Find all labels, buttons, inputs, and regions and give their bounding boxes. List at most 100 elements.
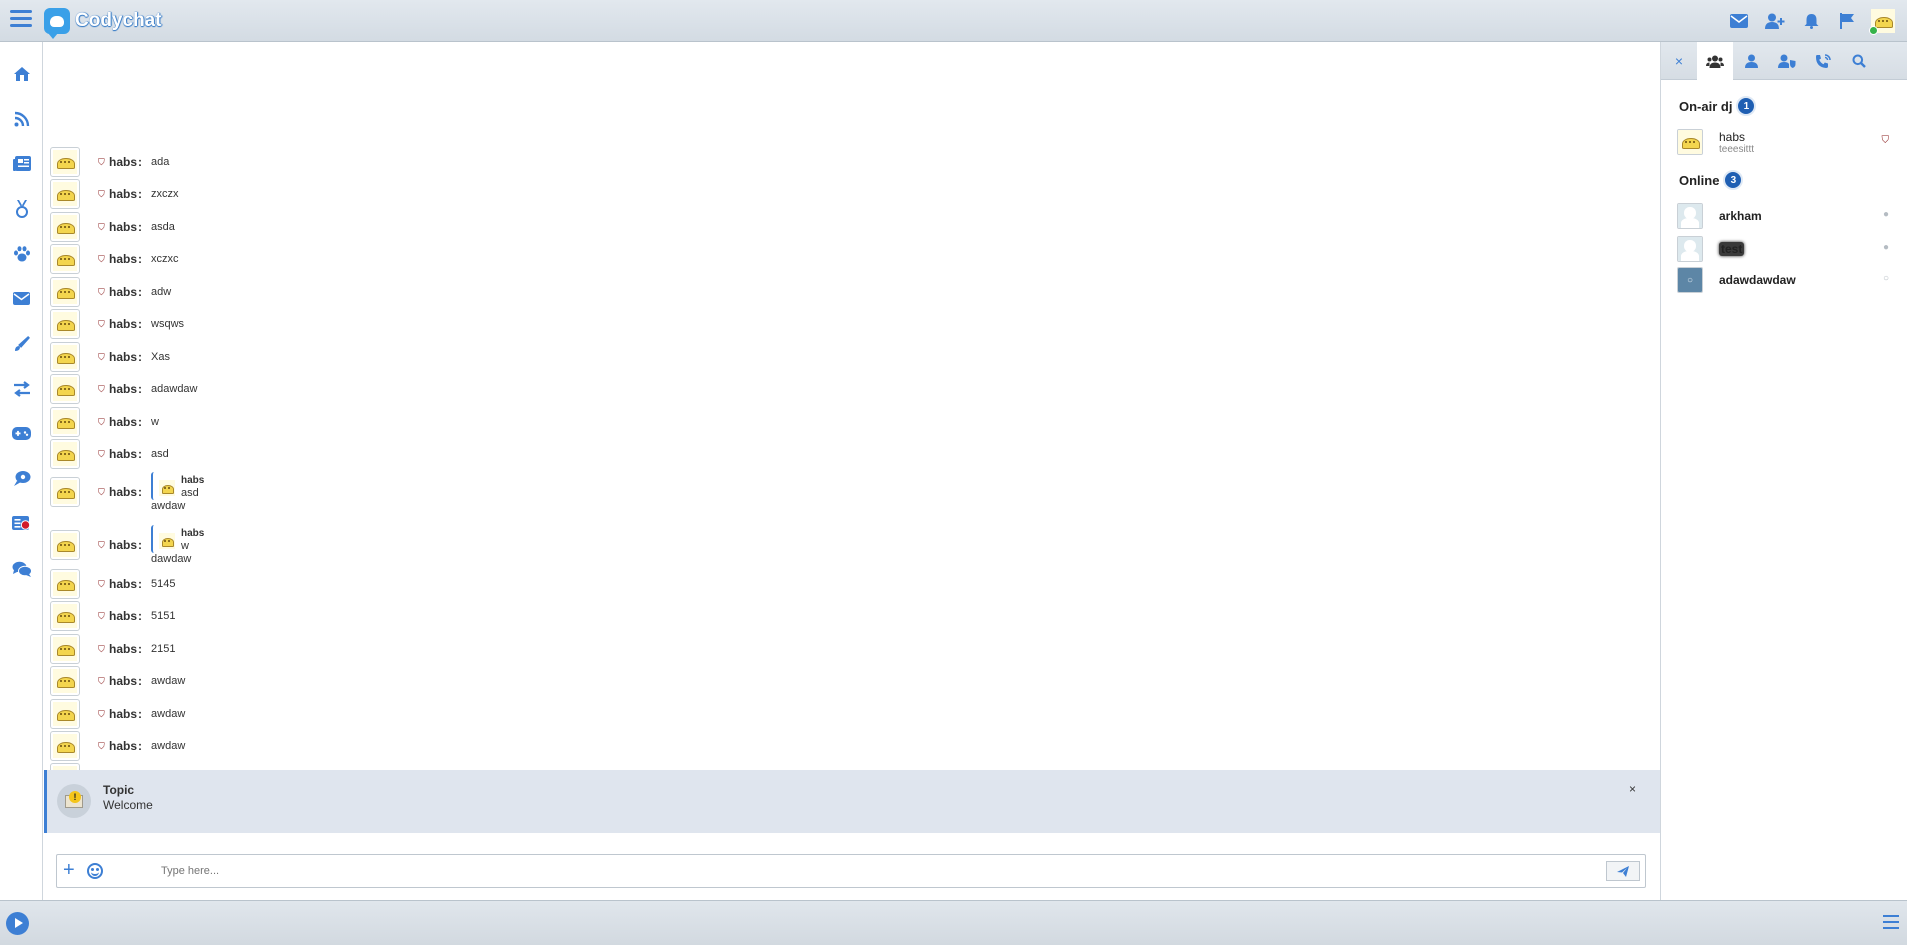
tab-friends[interactable] (1733, 42, 1769, 80)
message-separator: : (138, 382, 143, 396)
message-avatar[interactable] (50, 731, 80, 761)
tab-staff[interactable] (1769, 42, 1805, 80)
rank-icon: ⛉ (98, 539, 105, 550)
message-username[interactable]: habs (109, 155, 137, 169)
bottom-bar (0, 900, 1907, 945)
sidebar-wall[interactable] (0, 96, 43, 141)
message-username[interactable]: habs (109, 674, 137, 688)
sidebar-messages[interactable] (0, 276, 43, 321)
message-username[interactable]: habs (109, 707, 137, 721)
sidebar-exchange[interactable] (0, 366, 43, 411)
main-menu-button[interactable] (10, 10, 32, 30)
message-avatar[interactable] (50, 244, 80, 274)
mail-icon (13, 292, 30, 305)
top-icons (1721, 8, 1895, 35)
message-username[interactable]: habs (109, 577, 137, 591)
user-status-icon: ● (1882, 242, 1889, 253)
message-text: w (151, 416, 159, 428)
message-separator: : (138, 350, 143, 364)
send-button[interactable] (1606, 861, 1640, 881)
sidebar-games[interactable] (0, 411, 43, 456)
reports-button[interactable] (1829, 8, 1865, 34)
quote-block[interactable]: habs asd (151, 472, 213, 500)
message-username[interactable]: habs (109, 220, 137, 234)
rank-icon: ⛉ (98, 708, 105, 719)
user-list-item[interactable]: ○ adawdawdaw ○ (1677, 266, 1897, 294)
tab-calls[interactable] (1805, 42, 1841, 80)
sidebar-chat[interactable] (0, 546, 43, 591)
emoji-button[interactable] (87, 863, 103, 879)
sidebar-customize[interactable] (0, 321, 43, 366)
message-username[interactable]: habs (109, 252, 137, 266)
sidebar-pets[interactable] (0, 231, 43, 276)
exchange-icon (13, 380, 30, 397)
app-logo[interactable]: Codychat (44, 5, 162, 39)
sidebar-news[interactable] (0, 141, 43, 186)
message-avatar[interactable] (50, 374, 80, 404)
message-avatar[interactable] (50, 277, 80, 307)
online-count-badge: 3 (1723, 170, 1744, 190)
message-separator: : (138, 609, 143, 623)
message-avatar[interactable] (50, 634, 80, 664)
close-panel-button[interactable]: × (1661, 42, 1697, 80)
news-icon (12, 156, 31, 171)
message-avatar[interactable] (50, 530, 80, 560)
message-username[interactable]: habs (109, 187, 137, 201)
message-input[interactable] (161, 861, 1301, 881)
avatar-image (53, 637, 77, 661)
friend-requests-button[interactable] (1757, 8, 1793, 34)
message-avatar[interactable] (50, 699, 80, 729)
player-play-button[interactable] (6, 912, 29, 935)
chat-message: ⛉ habs: adw (50, 277, 171, 307)
message-separator: : (138, 577, 143, 591)
quote-body: habs w (181, 527, 204, 553)
avatar-image (53, 480, 77, 504)
message-avatar[interactable] (50, 439, 80, 469)
message-avatar[interactable] (50, 212, 80, 242)
message-username[interactable]: habs (109, 382, 137, 396)
message-username[interactable]: habs (109, 415, 137, 429)
tab-users[interactable] (1697, 42, 1733, 80)
user-list-item[interactable]: habs teeesittt ⛉ (1677, 128, 1897, 156)
message-username[interactable]: habs (109, 485, 137, 499)
message-username[interactable]: habs (109, 447, 137, 461)
notifications-button[interactable] (1793, 8, 1829, 34)
message-avatar[interactable] (50, 407, 80, 437)
message-avatar[interactable] (50, 179, 80, 209)
sidebar-leaderboard[interactable] (0, 186, 43, 231)
bottom-menu-button[interactable] (1883, 915, 1899, 933)
message-avatar[interactable] (50, 569, 80, 599)
sidebar-home[interactable] (0, 51, 43, 96)
message-avatar[interactable] (50, 309, 80, 339)
live-icon (12, 516, 31, 530)
message-username[interactable]: habs (109, 609, 137, 623)
message-username[interactable]: habs (109, 739, 137, 753)
add-media-button[interactable]: + (63, 859, 75, 881)
user-list-item[interactable]: test ● (1677, 235, 1897, 263)
message-username[interactable]: habs (109, 642, 137, 656)
message-avatar[interactable] (50, 601, 80, 631)
user-avatar[interactable] (1869, 9, 1895, 35)
avatar-image (53, 215, 77, 239)
message-username[interactable]: habs (109, 350, 137, 364)
message-username[interactable]: habs (109, 538, 137, 552)
message-username[interactable]: habs (109, 317, 137, 331)
quote-block[interactable]: habs w (151, 525, 213, 553)
sidebar-live[interactable] (0, 501, 43, 546)
user-mood: teeesittt (1719, 144, 1755, 155)
chat-message: ⛉ habs: adawdaw (50, 374, 198, 404)
tab-search[interactable] (1841, 42, 1877, 80)
message-avatar[interactable] (50, 147, 80, 177)
private-messages-button[interactable] (1721, 8, 1757, 34)
gamepad-icon (12, 427, 31, 440)
rank-icon: ⛉ (98, 156, 105, 167)
user-list-item[interactable]: arkham ● (1677, 202, 1897, 230)
rank-icon: ⛉ (98, 486, 105, 497)
message-avatar[interactable] (50, 666, 80, 696)
message-separator: : (138, 674, 143, 688)
topic-close-button[interactable]: × (1629, 782, 1636, 796)
message-avatar[interactable] (50, 477, 80, 507)
sidebar-forum[interactable] (0, 456, 43, 501)
message-avatar[interactable] (50, 342, 80, 372)
message-username[interactable]: habs (109, 285, 137, 299)
